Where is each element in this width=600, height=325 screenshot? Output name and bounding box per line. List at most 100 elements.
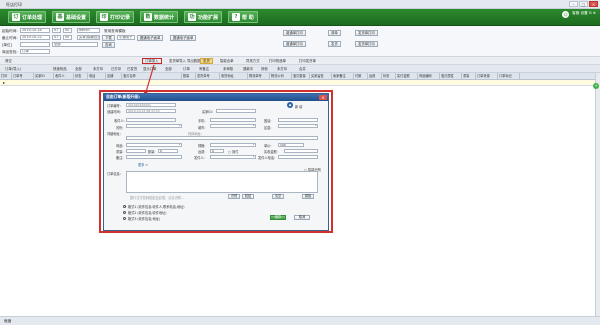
col-header[interactable]: 买家留言 [310,73,332,79]
clear-button[interactable]: 清空 [272,194,284,199]
filter-tab-1[interactable]: 快递商品 [50,66,70,72]
filter-tab-4[interactable]: 已打印 [108,66,124,72]
nav-help[interactable]: ? 帮 助 [228,11,258,23]
vertical-scrollbar[interactable] [595,73,600,316]
dialog-close-button[interactable]: × [319,94,327,100]
mobile-input[interactable] [210,117,256,122]
plus-icon[interactable]: + [593,83,599,89]
col-header[interactable]: 实付金额 [396,73,418,79]
toolbar-item-3[interactable]: 异常方式 [243,58,263,64]
list-button[interactable]: 清单 [328,30,341,36]
col-header[interactable]: 店铺 [106,73,122,79]
col-header[interactable]: 买家ID [34,73,54,79]
col-header[interactable]: 订单号 [12,73,34,79]
col-header[interactable]: 收货地址 [220,73,248,79]
filter-tab-10[interactable]: 全部 [162,66,175,72]
nav-statistics[interactable]: 数数据统计 [140,11,179,23]
filter-tab-12[interactable]: 订单 [180,66,193,72]
filter-tab-3[interactable]: 未打印 [90,66,106,72]
tel-input[interactable] [278,117,318,122]
province-select[interactable] [126,124,182,129]
toolbar-item-13[interactable]: 打印发货单 [296,58,319,64]
nav-right-text[interactable]: 客服 设置 ⊟ ⊗ [572,11,596,18]
toolbar-item-6[interactable]: 智能合单 [217,58,237,64]
goods-select[interactable] [126,142,182,147]
filter-tab-7[interactable]: 已发货 [124,66,140,72]
ship-button[interactable]: 发货 [328,41,341,47]
buyer-id-input[interactable] [216,108,256,113]
col-header[interactable]: 付款 [354,73,368,79]
memo-input[interactable] [126,154,182,159]
format3-radio[interactable] [123,216,127,220]
filter-tab-0[interactable]: 订单(导入) [2,66,24,72]
nav-basic-settings[interactable]: 基基础设置 [52,11,91,23]
goods-search-input[interactable]: 订单 [20,49,50,54]
col-header[interactable]: 物流单号 [248,73,270,79]
col-header[interactable]: 数量 [182,73,196,79]
sender-phone-input[interactable] [278,154,318,159]
cancel-button[interactable]: 取消 [294,215,310,220]
recipient-input[interactable] [126,117,176,122]
col-header[interactable]: 状态 [74,73,88,79]
batch-print-1[interactable]: 发货单打印 [355,30,378,36]
express-select[interactable]: 中通电子 [117,35,135,40]
sender-select[interactable] [210,154,256,159]
nav-print-records[interactable]: 印打印记录 [96,11,135,23]
template-print-2[interactable]: 普通单打印 [283,41,306,47]
col-header[interactable]: 状态 [382,73,396,79]
format1-radio[interactable] [123,204,127,208]
filter-tab-17[interactable]: 未打印 [274,66,290,72]
filter-tab-2[interactable]: 全部 [72,66,85,72]
maximize-button[interactable]: □ [579,1,588,7]
paid-amount-input[interactable] [284,148,318,153]
filter-tab-15[interactable]: 退款中 [240,66,256,72]
col-header[interactable]: 物流公司 [270,73,292,79]
recognize-button[interactable]: 识别 [228,194,240,199]
minimize-button[interactable]: – [569,1,578,7]
col-header[interactable]: 发货单号 [196,73,220,79]
filter-tab-14[interactable]: 未审核 [220,66,236,72]
close-button[interactable]: × [589,1,598,7]
template-print-1[interactable]: 普通单打印 [283,30,306,36]
start-hour-input[interactable]: 07 [52,28,61,33]
weight-input[interactable] [126,148,146,153]
toolbar-empty[interactable]: 清空 [2,58,15,64]
template-button[interactable]: 模板 [302,194,314,199]
col-header[interactable]: 收件人 [54,73,74,79]
col-header[interactable]: 重量 [462,73,476,79]
toolbar-ship-selected[interactable]: 发货 [200,58,213,64]
end-hour-input[interactable]: 07 [52,35,61,40]
col-header[interactable]: 卖家备注 [332,73,354,79]
col-header[interactable]: 运费 [368,73,382,79]
order-no-input[interactable]: 201910220001 [126,102,176,107]
cod-checkbox[interactable]: □ 到付 [228,149,238,154]
filter-tab-13[interactable]: 有备注 [196,66,212,72]
col-header[interactable]: 电话 [88,73,106,79]
filter-tab-19[interactable]: 合并 [296,66,309,72]
col-header[interactable]: 宝贝数量 [292,73,310,79]
order-text-area[interactable] [126,171,318,193]
filter-tab-16[interactable]: 其他 [258,66,271,72]
shop-select[interactable]: admin [77,28,100,33]
spec-select[interactable] [210,142,256,147]
user-icon[interactable]: ☺ [562,11,570,18]
create-time-input[interactable]: 2019-10-22 08:21:51 [126,108,176,113]
col-header[interactable]: 订单标记 [498,73,520,79]
count-input[interactable]: 0 [158,148,178,153]
start-date-input[interactable]: 2019-10-18 [20,28,50,33]
batch-print-2[interactable]: 发货单打印 [355,41,378,47]
download-button[interactable]: 下载 [102,34,115,41]
district-select[interactable] [278,124,318,129]
e-sheet-button-1[interactable]: 圆通电子面单 [137,34,164,41]
col-header[interactable]: 打印 [0,73,12,79]
price-input[interactable]: 100 [278,142,304,147]
query-button[interactable]: 查询 [102,41,115,48]
end-date-input[interactable]: 2019-10-22 [20,35,50,40]
start-min-input[interactable]: 00 [63,28,72,33]
format2-radio[interactable] [123,210,127,214]
nav-order-process[interactable]: 订订单处理 [8,11,47,23]
nav-extensions[interactable]: 功功能扩展 [184,11,223,23]
col-header[interactable]: 订单来源 [476,73,498,79]
col-header[interactable]: 商品编码 [418,73,440,79]
freight-input[interactable]: 0 [210,148,224,153]
